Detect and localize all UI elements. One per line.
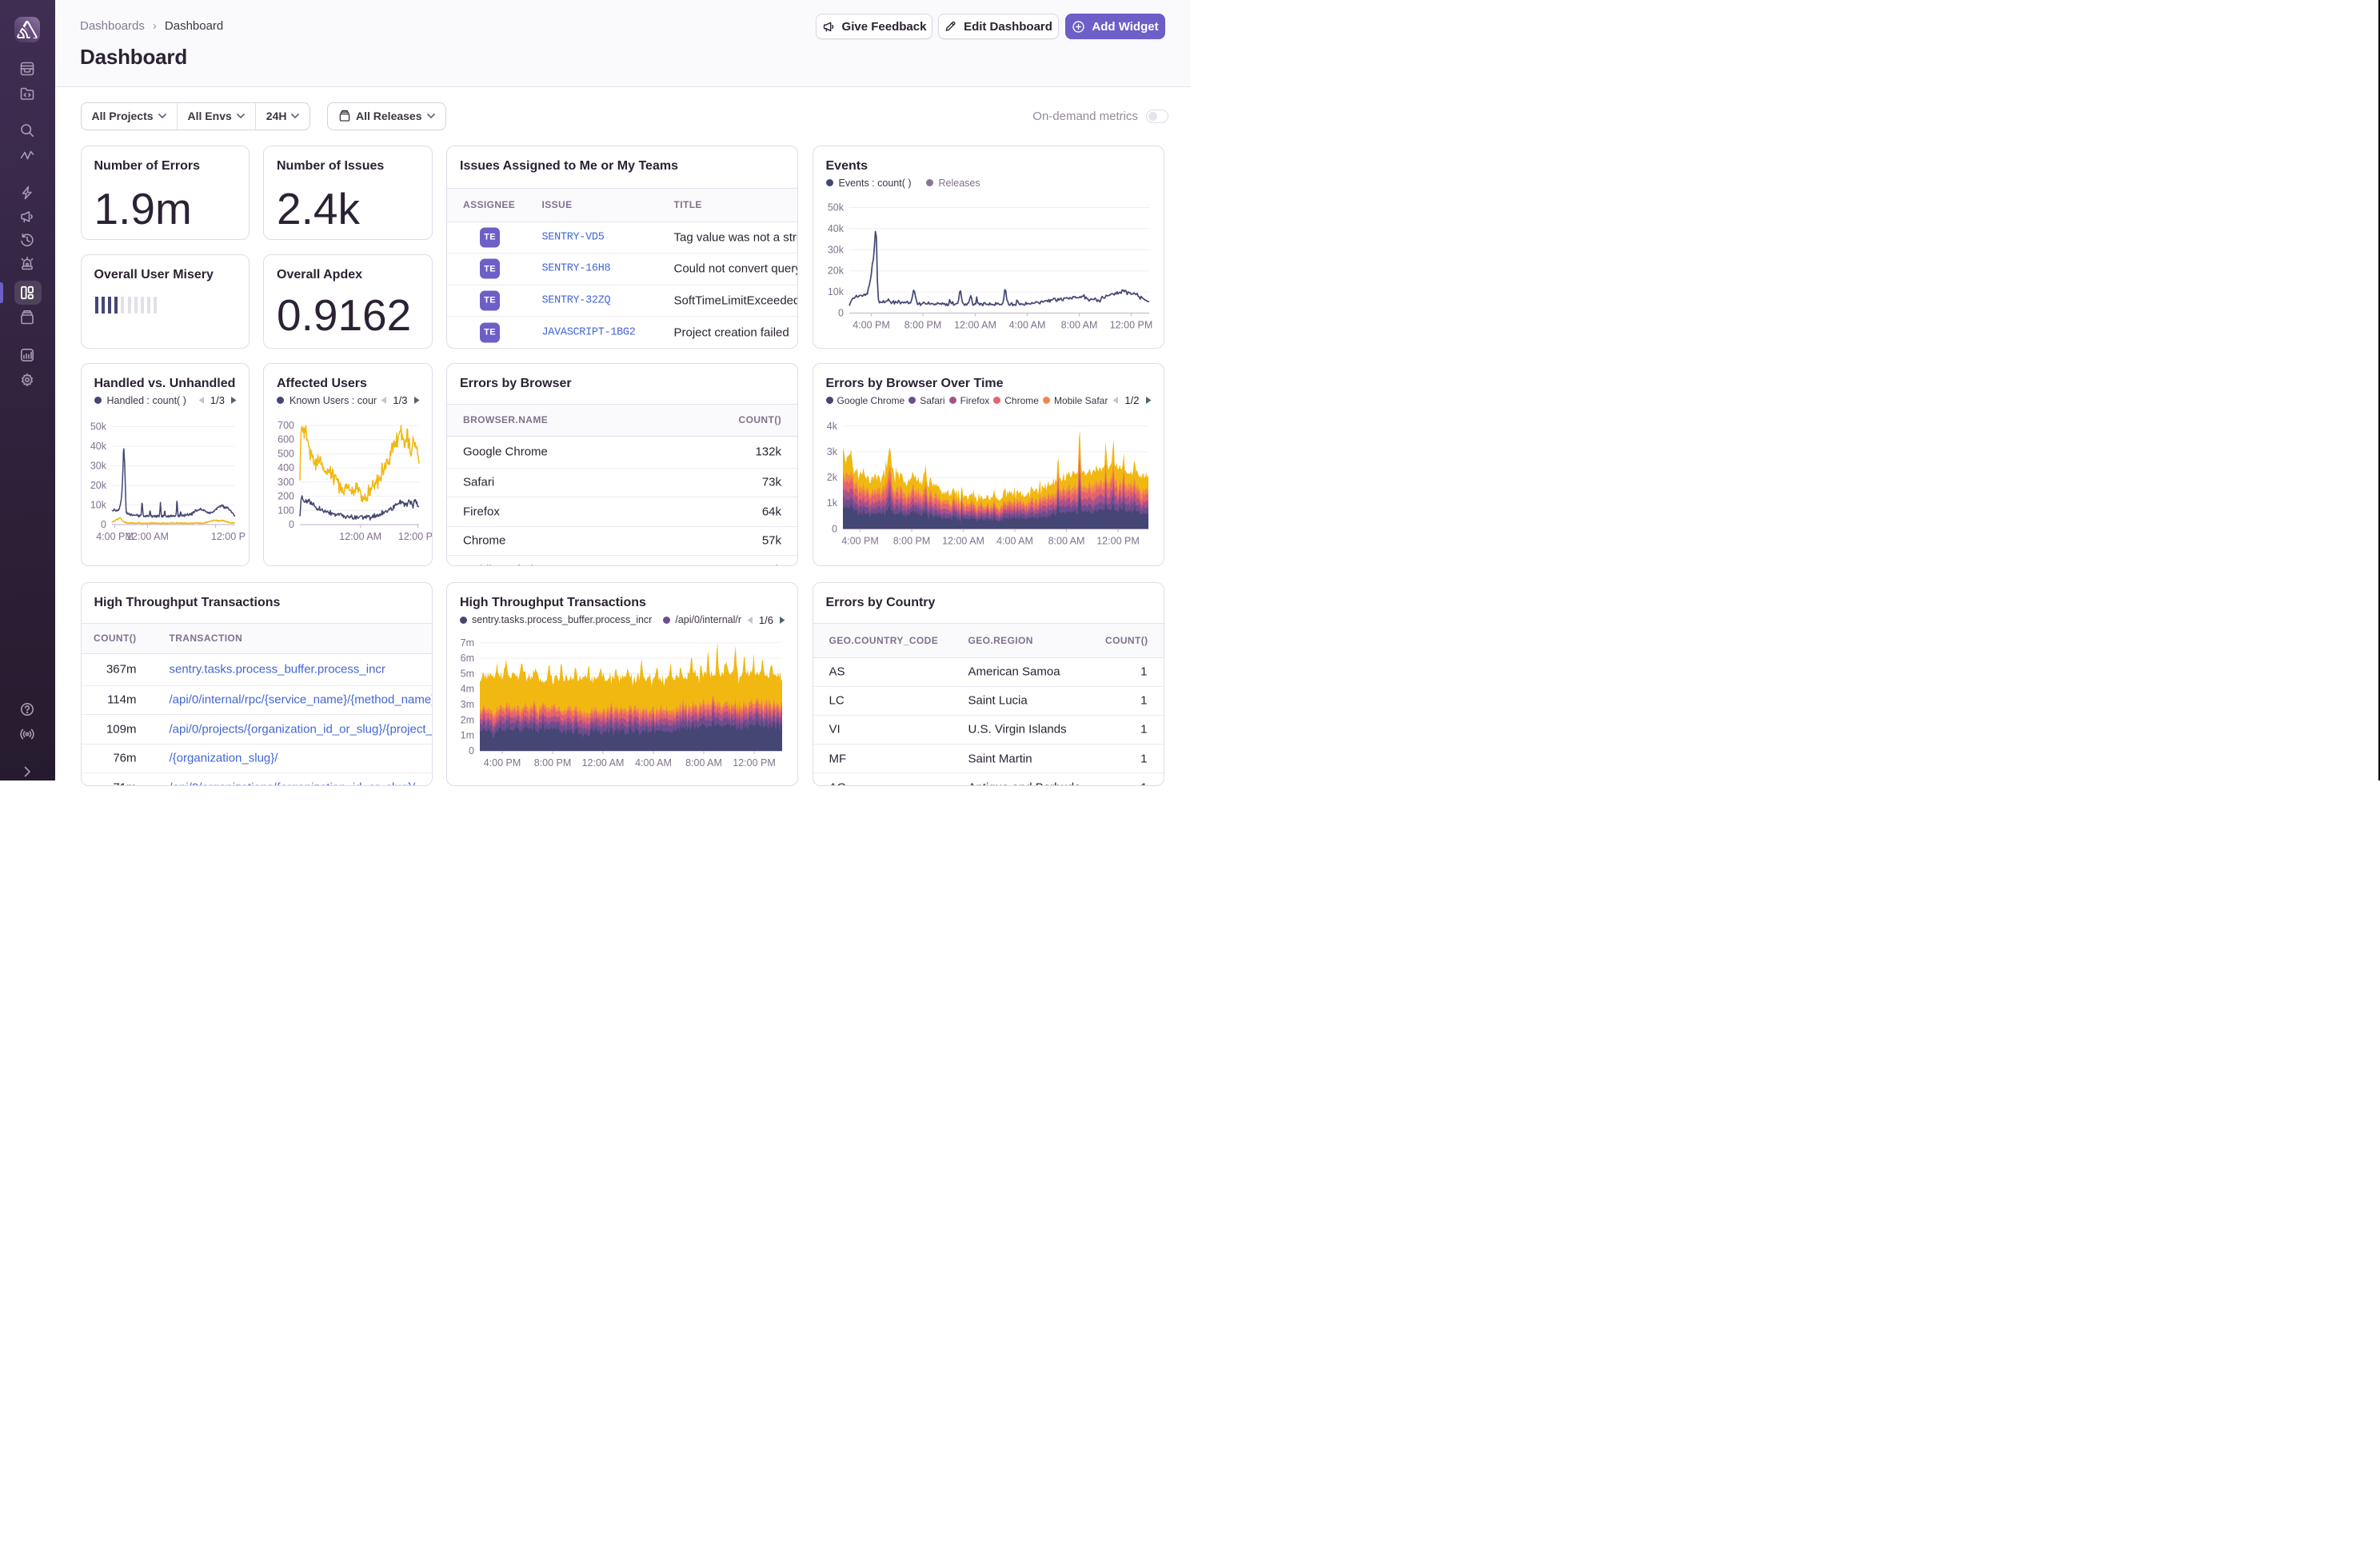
- svg-text:1m: 1m: [461, 730, 474, 741]
- svg-text:4:00 AM: 4:00 AM: [635, 757, 672, 769]
- svg-text:0: 0: [838, 307, 844, 318]
- svg-text:4:00 PM: 4:00 PM: [853, 319, 890, 330]
- svg-text:3k: 3k: [826, 445, 837, 457]
- svg-text:6m: 6m: [461, 653, 474, 664]
- svg-text:0: 0: [832, 523, 837, 534]
- svg-text:0: 0: [469, 745, 474, 757]
- svg-text:2m: 2m: [461, 714, 474, 725]
- svg-text:12:00 P: 12:00 P: [210, 531, 245, 542]
- svg-text:30k: 30k: [90, 460, 106, 471]
- svg-text:500: 500: [278, 448, 294, 459]
- svg-text:12:00 PM: 12:00 PM: [1109, 319, 1152, 330]
- svg-text:12:00 PM: 12:00 PM: [733, 757, 776, 769]
- svg-text:600: 600: [278, 433, 294, 445]
- svg-text:4:00 AM: 4:00 AM: [1008, 319, 1045, 330]
- svg-text:400: 400: [278, 462, 294, 473]
- svg-text:30k: 30k: [827, 244, 844, 255]
- svg-text:40k: 40k: [827, 222, 844, 234]
- svg-text:4m: 4m: [461, 684, 474, 695]
- svg-text:40k: 40k: [90, 441, 106, 452]
- svg-text:12:00 AM: 12:00 AM: [582, 757, 625, 769]
- svg-text:20k: 20k: [827, 265, 844, 276]
- svg-text:7m: 7m: [461, 637, 474, 649]
- svg-text:12:00 AM: 12:00 AM: [126, 531, 169, 542]
- svg-text:8:00 AM: 8:00 AM: [1048, 535, 1084, 546]
- svg-text:3m: 3m: [461, 699, 474, 710]
- svg-text:200: 200: [278, 490, 294, 501]
- svg-text:12:00 AM: 12:00 AM: [954, 319, 996, 330]
- svg-text:8:00 PM: 8:00 PM: [904, 319, 941, 330]
- svg-text:10k: 10k: [827, 286, 844, 297]
- svg-text:50k: 50k: [90, 421, 106, 432]
- svg-text:4:00 PM: 4:00 PM: [841, 535, 879, 546]
- svg-text:12:00 PM: 12:00 PM: [1096, 535, 1140, 546]
- svg-text:12:00 AM: 12:00 AM: [942, 535, 984, 546]
- svg-text:50k: 50k: [827, 202, 844, 213]
- svg-text:20k: 20k: [90, 480, 106, 491]
- svg-text:12:00 AM: 12:00 AM: [339, 531, 381, 542]
- svg-text:8:00 PM: 8:00 PM: [534, 757, 572, 769]
- svg-text:300: 300: [278, 476, 294, 487]
- svg-text:5m: 5m: [461, 668, 474, 679]
- svg-text:0: 0: [101, 519, 106, 530]
- svg-text:10k: 10k: [90, 499, 106, 510]
- svg-text:700: 700: [278, 420, 294, 431]
- svg-text:12:00 P: 12:00 P: [398, 531, 433, 542]
- svg-text:2k: 2k: [826, 472, 837, 483]
- svg-text:8:00 AM: 8:00 AM: [1060, 319, 1097, 330]
- svg-text:1k: 1k: [826, 497, 837, 509]
- svg-text:4:00 AM: 4:00 AM: [996, 535, 1033, 546]
- svg-text:4:00 PM: 4:00 PM: [484, 757, 521, 769]
- svg-text:4k: 4k: [826, 420, 837, 431]
- svg-text:8:00 PM: 8:00 PM: [892, 535, 930, 546]
- svg-text:8:00 AM: 8:00 AM: [685, 757, 722, 769]
- svg-text:100: 100: [278, 505, 294, 516]
- svg-text:0: 0: [289, 519, 294, 530]
